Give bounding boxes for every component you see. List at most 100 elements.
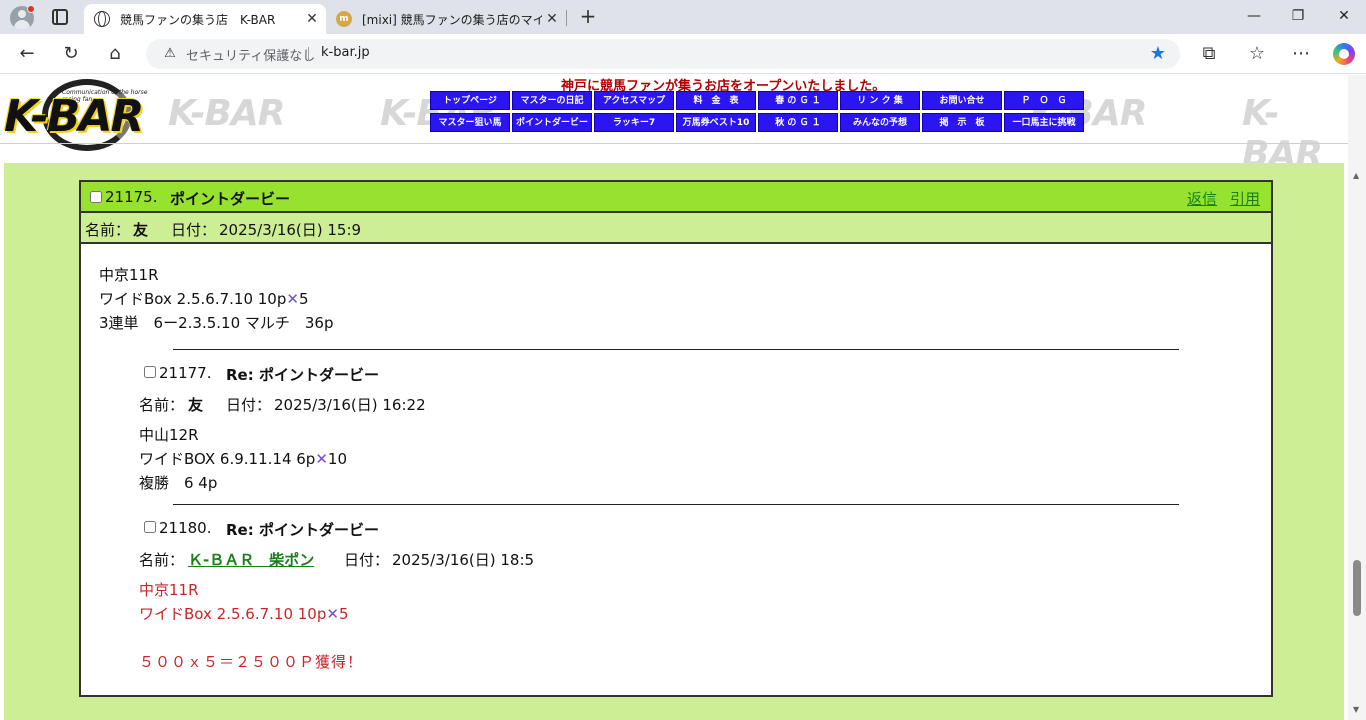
new-tab-icon[interactable]: + — [578, 6, 598, 26]
post-meta: 名前： 友 日付： 2025/3/16(日) 15:9 — [81, 213, 1271, 244]
nav-owner-challenge[interactable]: 一口馬主に挑戦 — [1004, 113, 1084, 132]
watermark-logo: K-BAR — [168, 93, 285, 134]
home-icon[interactable]: ⌂ — [104, 43, 126, 65]
nav-spring-g1[interactable]: 春 の Ｇ １ — [758, 91, 838, 110]
name-label: 名前： — [85, 221, 131, 239]
close-tab-icon[interactable]: ✕ — [542, 11, 562, 27]
tab-kbar[interactable]: 競馬ファンの集う店 K-BAR ✕ — [84, 4, 326, 34]
reply-body-text: ワイドBOX 6.9.11.14 6p — [139, 450, 316, 468]
nav-master-picks[interactable]: マスター狙い馬 — [430, 113, 510, 132]
reply-subject: Re: ポイントダービー — [226, 366, 379, 384]
post-date: 2025/3/16(日) 15:9 — [219, 221, 362, 239]
nav-price-list[interactable]: 料 金 表 — [676, 91, 756, 110]
nav-master-diary[interactable]: マスターの日記 — [512, 91, 592, 110]
reply-link[interactable]: 返信 — [1187, 188, 1217, 209]
scroll-up-icon[interactable]: ▲ — [1353, 171, 1359, 180]
nav-links[interactable]: リ ン ク 集 — [840, 91, 920, 110]
minimize-icon[interactable]: — — [1246, 8, 1262, 24]
mixi-icon: m — [336, 11, 352, 27]
post-body-line: 3連単 6ー2.3.5.10 マルチ 36p — [99, 314, 334, 332]
site-nav: トップページ マスターの日記 アクセスマップ 料 金 表 春 の Ｇ １ リ ン… — [430, 91, 1085, 132]
reply-body-text: ワイドBox 2.5.6.7.10 10p — [139, 605, 327, 623]
favorites-icon[interactable]: ☆ — [1246, 43, 1268, 65]
date-label: 日付： — [344, 551, 390, 569]
warning-icon[interactable]: ⚠ — [162, 46, 178, 62]
reply-subject: Re: ポイントダービー — [226, 521, 379, 539]
tab-divider — [566, 10, 567, 26]
reply-author-link[interactable]: Ｋ-ＢＡＲ 柴ポン — [188, 549, 314, 570]
reply-number: 21177. — [159, 364, 212, 382]
copilot-icon[interactable] — [1333, 43, 1355, 65]
back-icon[interactable]: ← — [16, 43, 38, 65]
post-select-checkbox[interactable] — [90, 191, 102, 203]
reply-date: 2025/3/16(日) 16:22 — [274, 396, 426, 414]
reply-body-line: 複勝 6 4p — [139, 474, 218, 492]
reply-author: 友 — [188, 396, 204, 414]
reply-body-text: 10 — [327, 450, 347, 468]
browser-toolbar: ← ↻ ⌂ ⚠ セキュリティ保護なし k-bar.jp ★ ⧉ ☆ ⋯ — [0, 34, 1366, 74]
notification-dot — [27, 5, 35, 13]
cross-mark: ✕ — [315, 450, 328, 468]
tab-actions-icon[interactable] — [52, 9, 68, 25]
tab-title: 競馬ファンの集う店 K-BAR — [120, 12, 276, 27]
reply-body-line: 中京11R — [139, 581, 199, 599]
nav-bbs[interactable]: 掲 示 板 — [922, 113, 1002, 132]
more-menu-icon[interactable]: ⋯ — [1290, 43, 1312, 65]
address-divider — [308, 47, 309, 61]
scrollbar-thumb[interactable] — [1353, 560, 1361, 616]
nav-access-map[interactable]: アクセスマップ — [594, 91, 674, 110]
reply-select-checkbox[interactable] — [144, 521, 156, 533]
nav-top-page[interactable]: トップページ — [430, 91, 510, 110]
refresh-icon[interactable]: ↻ — [60, 43, 82, 65]
reply-select-checkbox[interactable] — [144, 366, 156, 378]
reply-number: 21180. — [159, 519, 212, 537]
date-label: 日付： — [171, 221, 217, 239]
bbs-post: 21175. ポイントダービー 返信 引用 名前： 友 日付： 2025/3/1… — [79, 180, 1273, 697]
tab-bar: 競馬ファンの集う店 K-BAR ✕ m [mixi] 競馬ファンの集う店のマイミ… — [0, 0, 1366, 34]
cross-mark: ✕ — [286, 290, 299, 308]
post-number: 21175. — [105, 188, 158, 206]
site-header: K-BAR K-BAR K-BAR K-BAR Communication of… — [0, 75, 1348, 175]
post-body-line: ワイドBox 2.5.6.7.10 10p✕5 — [99, 288, 309, 309]
logo-text: K-BAR — [4, 91, 144, 142]
name-label: 名前： — [139, 551, 185, 569]
header-divider — [0, 143, 1348, 144]
nav-contact[interactable]: お問い合せ — [922, 91, 1002, 110]
url-text[interactable]: k-bar.jp — [321, 45, 370, 60]
post-body-text: 5 — [298, 290, 309, 308]
post-subject: ポイントダービー — [170, 190, 291, 208]
tab-title: [mixi] 競馬ファンの集う店のマイミク一 — [362, 12, 542, 27]
reply-date: 2025/3/16(日) 18:5 — [392, 551, 535, 569]
cross-mark: ✕ — [326, 605, 339, 623]
post-header: 21175. ポイントダービー 返信 引用 — [81, 182, 1271, 213]
reply-body-line: 中山12R — [139, 426, 199, 444]
nav-pog[interactable]: Ｐ Ｏ Ｇ — [1004, 91, 1084, 110]
nav-best10[interactable]: 万馬券ベスト10 — [676, 113, 756, 132]
name-label: 名前： — [139, 396, 185, 414]
window-close-icon[interactable]: ✕ — [1336, 8, 1352, 24]
extensions-icon[interactable]: ⧉ — [1198, 43, 1220, 65]
post-author: 友 — [133, 221, 149, 239]
scroll-down-icon[interactable]: ▼ — [1353, 705, 1359, 714]
restore-icon[interactable]: ❐ — [1290, 8, 1306, 24]
post-body-text: ワイドBox 2.5.6.7.10 10p — [99, 290, 287, 308]
reply-body-line: ワイドBOX 6.9.11.14 6p✕10 — [139, 448, 347, 469]
page-viewport: K-BAR K-BAR K-BAR K-BAR Communication of… — [0, 75, 1348, 720]
nav-autumn-g1[interactable]: 秋 の Ｇ １ — [758, 113, 838, 132]
favorite-star-icon[interactable]: ★ — [1150, 43, 1166, 64]
reply-body-line: ワイドBox 2.5.6.7.10 10p✕5 — [139, 603, 349, 624]
quote-link[interactable]: 引用 — [1230, 188, 1260, 209]
nav-predictions[interactable]: みんなの予想 — [840, 113, 920, 132]
vertical-scrollbar[interactable]: ▲ ▼ — [1348, 75, 1366, 720]
nav-lucky7[interactable]: ラッキー7 — [594, 113, 674, 132]
date-label: 日付： — [226, 396, 272, 414]
reply-body-text: 5 — [338, 605, 349, 623]
tab-mixi[interactable]: m [mixi] 競馬ファンの集う店のマイミク一 ✕ — [326, 4, 566, 34]
post-body-line: 中京11R — [99, 266, 159, 284]
nav-point-derby[interactable]: ポイントダービー — [512, 113, 592, 132]
close-tab-icon[interactable]: ✕ — [302, 11, 322, 27]
site-logo[interactable]: Communication of the horse racing fan K-… — [4, 77, 154, 153]
address-bar[interactable]: ⚠ セキュリティ保護なし k-bar.jp ★ — [146, 39, 1180, 69]
reply-body-line: ５００ｘ５＝２５００Ｐ獲得！ — [139, 653, 364, 671]
security-label[interactable]: セキュリティ保護なし — [186, 45, 315, 64]
